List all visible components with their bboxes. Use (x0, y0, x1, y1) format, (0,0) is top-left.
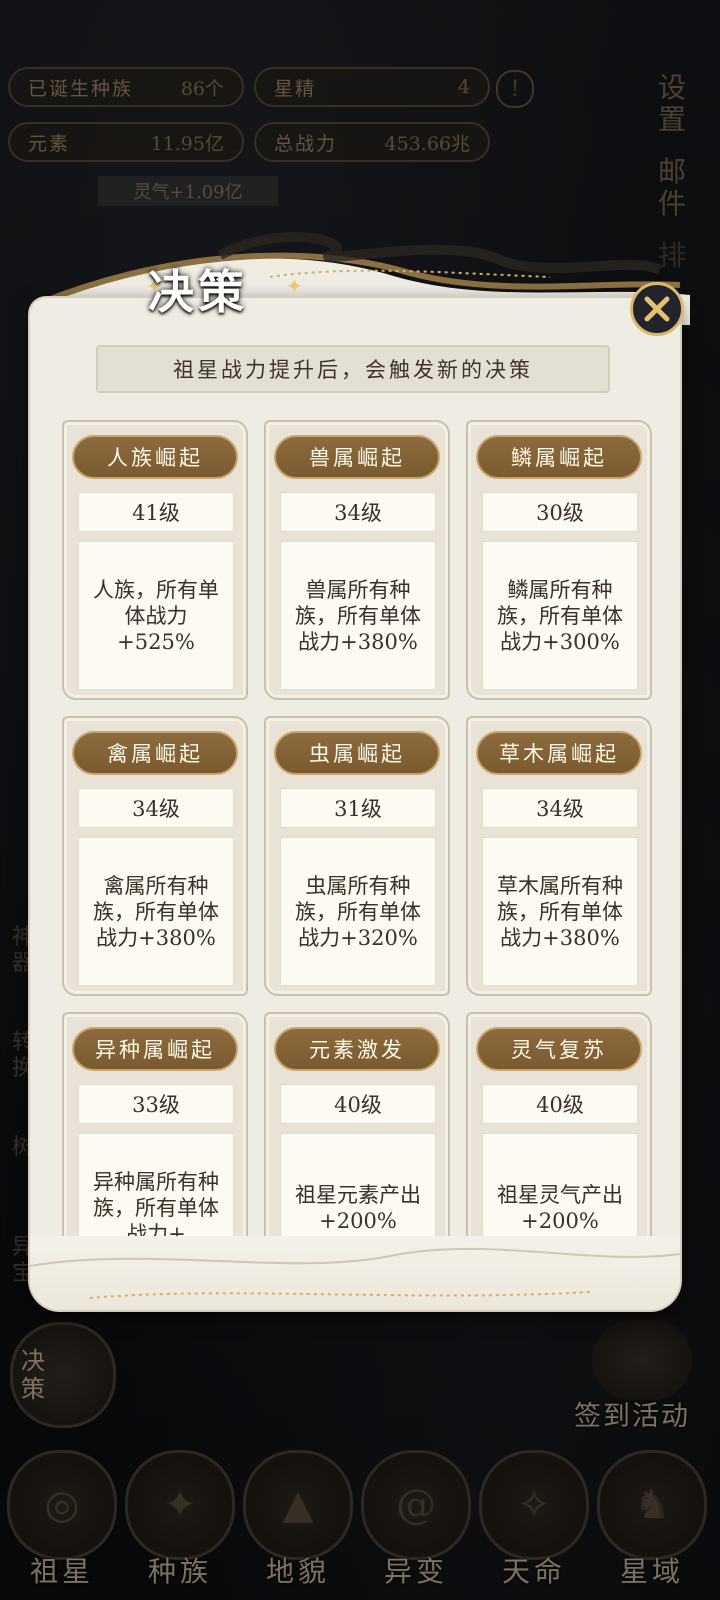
decision-level: 40级 (280, 1084, 436, 1124)
decision-level: 34级 (280, 492, 436, 532)
decision-name-button[interactable]: 兽属崛起 (274, 435, 440, 479)
decision-description: 祖星灵气产出+200% (482, 1133, 638, 1238)
decision-card[interactable]: 灵气复苏 40级 祖星灵气产出+200% (466, 1012, 652, 1238)
decision-description: 鳞属所有种族，所有单体战力+300% (482, 541, 638, 690)
decision-name-button[interactable]: 异种属崛起 (72, 1027, 238, 1071)
decision-description: 虫属所有种族，所有单体战力+320% (280, 837, 436, 986)
decision-card[interactable]: 草木属崛起 34级 草木属所有种族，所有单体战力+380% (466, 716, 652, 996)
decision-card[interactable]: 元素激发 40级 祖星元素产出+200% (264, 1012, 450, 1238)
decision-name-button[interactable]: 虫属崛起 (274, 731, 440, 775)
decision-card[interactable]: 鳞属崛起 30级 鳞属所有种族，所有单体战力+300% (466, 420, 652, 700)
decision-level: 30级 (482, 492, 638, 532)
decision-name-button[interactable]: 人族崛起 (72, 435, 238, 479)
decision-description: 祖星元素产出+200% (280, 1133, 436, 1238)
decision-description: 异种属所有种族，所有单体战力+ (78, 1133, 234, 1238)
decision-level: 40级 (482, 1084, 638, 1124)
modal-bottom-ornament (29, 1236, 681, 1310)
decision-card[interactable]: 人族崛起 41级 人族，所有单体战力+525% (62, 420, 248, 700)
decision-card[interactable]: 兽属崛起 34级 兽属所有种族，所有单体战力+380% (264, 420, 450, 700)
decision-name-button[interactable]: 禽属崛起 (72, 731, 238, 775)
decision-card[interactable]: 异种属崛起 33级 异种属所有种族，所有单体战力+ (62, 1012, 248, 1238)
close-button[interactable] (630, 282, 684, 336)
decision-name-button[interactable]: 灵气复苏 (476, 1027, 642, 1071)
decision-level: 41级 (78, 492, 234, 532)
decision-card[interactable]: 虫属崛起 31级 虫属所有种族，所有单体战力+320% (264, 716, 450, 996)
decision-description: 禽属所有种族，所有单体战力+380% (78, 837, 234, 986)
decision-name-button[interactable]: 鳞属崛起 (476, 435, 642, 479)
close-icon (644, 296, 670, 322)
decision-name-button[interactable]: 草木属崛起 (476, 731, 642, 775)
decision-description: 人族，所有单体战力+525% (78, 541, 234, 690)
decision-name-button[interactable]: 元素激发 (274, 1027, 440, 1071)
decision-level: 33级 (78, 1084, 234, 1124)
decision-description: 兽属所有种族，所有单体战力+380% (280, 541, 436, 690)
decision-card[interactable]: 禽属崛起 34级 禽属所有种族，所有单体战力+380% (62, 716, 248, 996)
modal-title: 决策 (148, 265, 248, 319)
decision-hint: 祖星战力提升后，会触发新的决策 (96, 345, 610, 393)
decision-description: 草木属所有种族，所有单体战力+380% (482, 837, 638, 986)
title-star-icon: ✦ (286, 274, 303, 298)
decision-grid[interactable]: 人族崛起 41级 人族，所有单体战力+525% 兽属崛起 34级 兽属所有种族，… (30, 410, 680, 1238)
decision-level: 31级 (280, 788, 436, 828)
decision-level: 34级 (78, 788, 234, 828)
decision-level: 34级 (482, 788, 638, 828)
wave-ornament (29, 1247, 681, 1299)
